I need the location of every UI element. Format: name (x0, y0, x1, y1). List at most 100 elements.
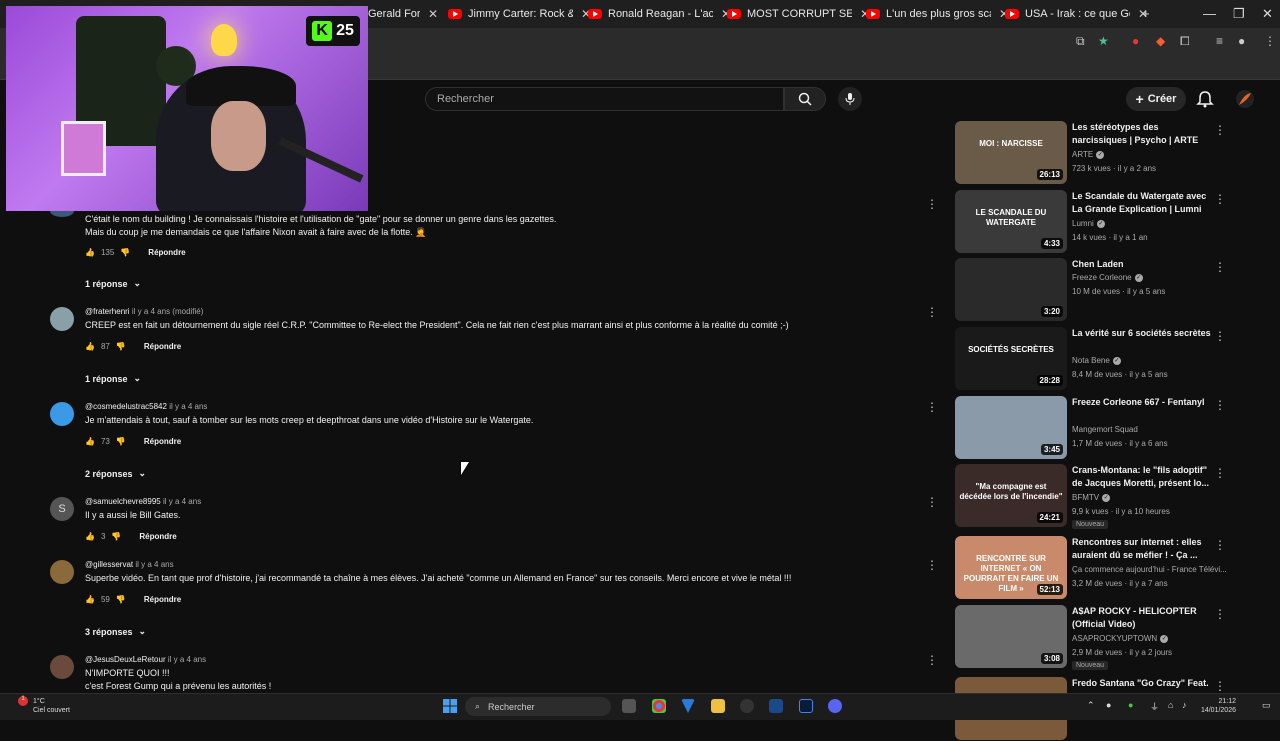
video-thumbnail[interactable]: "Ma compagne est décédée lors de l'incen… (955, 464, 1067, 527)
channel-name[interactable]: Nota Bene ✓ (1072, 356, 1121, 365)
task-view-icon[interactable] (622, 699, 636, 713)
video-title[interactable]: Fredo Santana "Go Crazy" Feat. (1072, 677, 1212, 690)
video-title[interactable]: Les stéréotypes des narcissiques | Psych… (1072, 121, 1212, 147)
channel-name[interactable]: BFMTV ✓ (1072, 493, 1111, 502)
browser-tab[interactable]: Ronald Reagan - L'acteur✕ (588, 4, 731, 24)
tray-app-icon[interactable]: ● (1128, 700, 1133, 710)
usb-icon[interactable]: ⏚ (1150, 700, 1159, 713)
more-actions-icon[interactable]: ⋮ (926, 495, 938, 509)
close-window-icon[interactable]: ✕ (1262, 6, 1273, 22)
account-avatar[interactable] (1236, 90, 1254, 108)
reply-button[interactable]: Répondre (139, 532, 176, 541)
comment-time[interactable]: il y a 4 ans (modifié) (132, 307, 204, 316)
video-title[interactable]: Crans-Montana: le "fils adoptif" de Jacq… (1072, 464, 1212, 490)
dislike-icon[interactable]: 👎 (116, 595, 126, 604)
more-actions-icon[interactable]: ⋮ (926, 653, 938, 667)
new-tab-button[interactable]: + (1142, 6, 1150, 21)
maximize-icon[interactable]: ❐ (1233, 6, 1245, 22)
comment-author[interactable]: @samuelchevre8995 (85, 497, 161, 506)
photoshop-icon[interactable] (799, 699, 813, 713)
obs-icon[interactable] (740, 699, 754, 713)
channel-name[interactable]: Freeze Corleone ✓ (1072, 273, 1143, 282)
more-actions-icon[interactable]: ⋮ (1214, 538, 1226, 552)
weather-widget[interactable]: 1°C Ciel couvert (16, 697, 70, 715)
video-thumbnail[interactable]: 3:20 (955, 258, 1067, 321)
dislike-icon[interactable]: 👎 (111, 532, 121, 541)
steam-icon[interactable]: ● (1106, 700, 1111, 710)
video-title[interactable]: A$AP ROCKY - HELICOPTER (Official Video) (1072, 605, 1212, 631)
like-icon[interactable]: 👍 (85, 342, 95, 351)
view-replies-button[interactable]: 3 réponses ⌄ (85, 626, 146, 637)
more-actions-icon[interactable]: ⋮ (926, 400, 938, 414)
more-actions-icon[interactable]: ⋮ (1214, 679, 1226, 693)
more-actions-icon[interactable]: ⋮ (1214, 466, 1226, 480)
browser-tab[interactable]: Jimmy Carter: Rock & Rol✕ (448, 4, 591, 24)
avatar[interactable] (50, 402, 74, 426)
recommended-video[interactable]: LE SCANDALE DU WATERGATE 4:33 Le Scandale … (955, 190, 1270, 254)
reply-button[interactable]: Répondre (144, 437, 181, 446)
avatar[interactable] (50, 655, 74, 679)
recommended-video[interactable]: 3:20 Chen Laden Freeze Corleone ✓ 10 M de vu… (955, 258, 1270, 322)
video-title[interactable]: Rencontres sur internet : elles auraient… (1072, 536, 1212, 562)
browser-tab[interactable]: MOST CORRUPT SERIES:✕ (727, 4, 870, 24)
more-actions-icon[interactable]: ⋮ (926, 558, 938, 572)
browser-tab[interactable]: Gerald Ford, u ✕ (368, 4, 438, 24)
view-replies-button[interactable]: 2 réponses ⌄ (85, 468, 146, 479)
reply-button[interactable]: Répondre (148, 248, 185, 257)
video-thumbnail[interactable]: 3:08 (955, 605, 1067, 668)
video-title[interactable]: Le Scandale du Watergate avec La Grande … (1072, 190, 1212, 216)
volume-icon[interactable]: ♪ (1182, 700, 1187, 710)
view-replies-button[interactable]: 1 réponse ⌄ (85, 278, 141, 289)
tray-chevron-icon[interactable]: ⌃ (1087, 700, 1095, 711)
recommended-video[interactable]: MOI : NARCISSE 26:13 Les stéréotypes des n… (955, 121, 1270, 185)
recommended-video[interactable]: SOCIÉTÉS SECRÈTES 28:28 La vérité sur 6 so… (955, 327, 1270, 391)
minimize-icon[interactable]: — (1203, 6, 1216, 21)
recommended-video[interactable]: RENCONTRE SUR INTERNET « ON POURRAIT EN … (955, 536, 1270, 600)
profile-icon[interactable]: ● (1238, 34, 1245, 48)
channel-name[interactable]: Lumni ✓ (1072, 219, 1105, 228)
like-icon[interactable]: 👍 (85, 437, 95, 446)
recommended-video[interactable]: "Ma compagne est décédée lors de l'incen… (955, 464, 1270, 529)
like-icon[interactable]: 👍 (85, 532, 95, 541)
avatar[interactable]: S (50, 497, 74, 521)
like-icon[interactable]: 👍 (85, 595, 95, 604)
dislike-icon[interactable]: 👎 (116, 437, 126, 446)
reply-button[interactable]: Répondre (144, 342, 181, 351)
comment-author[interactable]: @cosmedelustrac5842 (85, 402, 167, 411)
dislike-icon[interactable]: 👎 (116, 342, 126, 351)
comment-time[interactable]: il y a 4 ans (135, 560, 173, 569)
reply-button[interactable]: Répondre (144, 595, 181, 604)
network-icon[interactable]: ⌂ (1168, 700, 1173, 710)
browser-tab[interactable]: USA - Irak : ce que Georg✕ (1005, 4, 1148, 24)
voice-search-button[interactable] (838, 87, 862, 111)
comment-author[interactable]: @gillesservat (85, 560, 133, 569)
bookmark-star-icon[interactable]: ★ (1098, 34, 1109, 48)
video-thumbnail[interactable]: MOI : NARCISSE 26:13 (955, 121, 1067, 184)
search-input[interactable]: Rechercher (425, 87, 784, 111)
puzzle-icon[interactable]: ⧠ (1180, 34, 1190, 49)
avatar[interactable] (50, 560, 74, 584)
menu-icon[interactable]: ⋮ (1264, 34, 1276, 48)
close-tab-icon[interactable]: ✕ (428, 7, 438, 21)
file-explorer-icon[interactable] (711, 699, 725, 713)
search-button[interactable] (784, 87, 826, 111)
channel-name[interactable]: Ça commence aujourd'hui - France Télévi.… (1072, 565, 1227, 574)
more-actions-icon[interactable]: ⋮ (1214, 607, 1226, 621)
chrome-icon[interactable] (652, 699, 666, 713)
avatar[interactable] (50, 307, 74, 331)
video-thumbnail[interactable]: 3:45 (955, 396, 1067, 459)
video-thumbnail[interactable]: SOCIÉTÉS SECRÈTES 28:28 (955, 327, 1067, 390)
recommended-video[interactable]: 3:45 Freeze Corleone 667 - Fentanyl Mangem… (955, 396, 1270, 460)
video-title[interactable]: La vérité sur 6 sociétés secrètes (1072, 327, 1212, 340)
notifications-bell-icon[interactable] (1196, 90, 1214, 108)
windows-start-icon[interactable] (443, 699, 457, 713)
like-icon[interactable]: 👍 (85, 248, 95, 257)
video-title[interactable]: Freeze Corleone 667 - Fentanyl (1072, 396, 1212, 409)
video-thumbnail[interactable]: LE SCANDALE DU WATERGATE 4:33 (955, 190, 1067, 253)
recommended-video[interactable]: 3:08 A$AP ROCKY - HELICOPTER (Official Vi… (955, 605, 1270, 670)
dislike-icon[interactable]: 👎 (120, 248, 130, 257)
comment-author[interactable]: @fraterhenri (85, 307, 130, 316)
more-actions-icon[interactable]: ⋮ (1214, 398, 1226, 412)
video-title[interactable]: Chen Laden (1072, 258, 1212, 271)
notification-center-icon[interactable]: ▭ (1262, 700, 1271, 711)
